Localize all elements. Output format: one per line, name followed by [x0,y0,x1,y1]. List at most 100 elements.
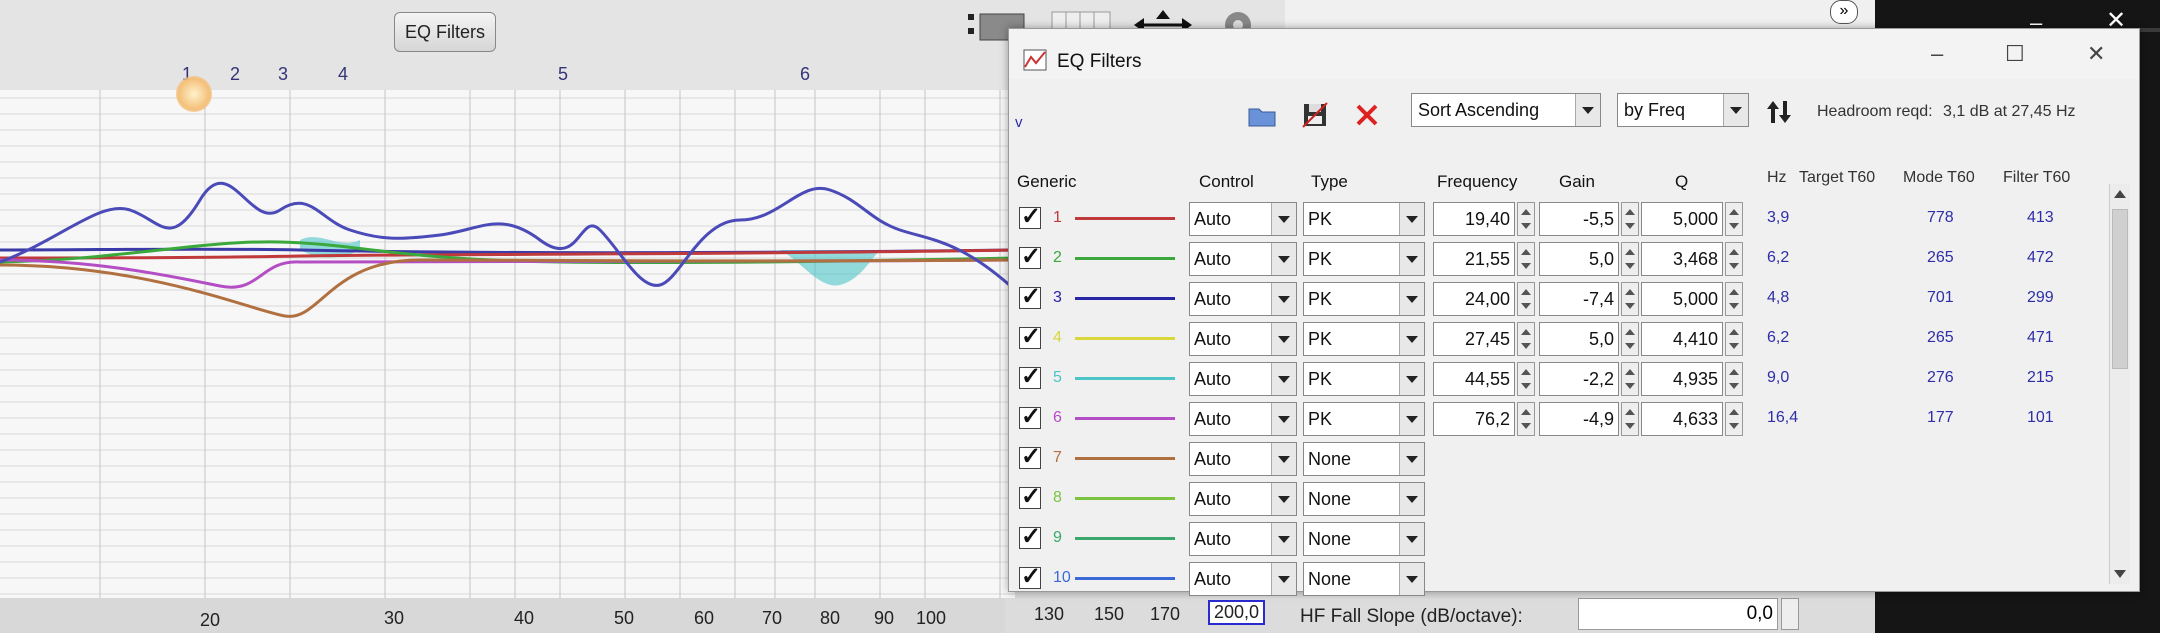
control-select[interactable]: Auto [1189,362,1297,396]
filter-list-scrollbar[interactable] [2109,184,2130,584]
control-select[interactable]: Auto [1189,482,1297,516]
control-select[interactable]: Auto [1189,322,1297,356]
filter-index: 4 [1053,329,1062,346]
q-spinner[interactable] [1725,402,1743,436]
scroll-down-icon[interactable] [2114,570,2126,578]
sort-direction-icon[interactable] [1765,97,1795,132]
q-input[interactable]: 4,410 [1641,322,1723,356]
frequency-input[interactable]: 21,55 [1433,242,1515,276]
type-select[interactable]: None [1303,522,1425,556]
close-icon[interactable]: ✕ [2087,41,2105,67]
filter-marker-3: 3 [278,64,289,84]
filter-enabled-checkbox[interactable] [1019,442,1041,471]
gain-input[interactable]: -2,2 [1539,362,1619,396]
maximize-icon[interactable]: ☐ [2005,41,2025,67]
x-axis-max-input[interactable]: 200,0 [1208,600,1266,625]
control-select[interactable]: Auto [1189,442,1297,476]
minimize-icon[interactable]: – [1931,41,1943,67]
header-generic: Generic [1017,172,1077,191]
collapse-marker[interactable]: v [1015,114,1023,131]
q-input[interactable]: 5,000 [1641,282,1723,316]
gain-spinner[interactable] [1621,362,1639,396]
q-spinner[interactable] [1725,362,1743,396]
frequency-spinner[interactable] [1517,242,1535,276]
type-select[interactable]: PK [1303,322,1425,356]
filter-enabled-checkbox[interactable] [1019,202,1041,231]
frequency-spinner[interactable] [1517,402,1535,436]
delete-icon[interactable] [1353,101,1383,134]
hf-fall-slope-input[interactable]: 0,0 [1578,598,1778,630]
filter-color-swatch [1075,377,1175,380]
sort-order-select[interactable]: Sort Ascending [1411,93,1601,127]
frequency-input[interactable]: 27,45 [1433,322,1515,356]
frequency-spinner[interactable] [1517,362,1535,396]
control-select[interactable]: Auto [1189,562,1297,596]
gain-input[interactable]: 5,0 [1539,322,1619,356]
control-select[interactable]: Auto [1189,402,1297,436]
scroll-thumb[interactable] [2112,209,2128,369]
q-input[interactable]: 4,633 [1641,402,1723,436]
hf-fall-slope-spinner[interactable] [1781,598,1799,630]
gain-input[interactable]: -4,9 [1539,402,1619,436]
filter-enabled-checkbox[interactable] [1019,362,1041,391]
frequency-spinner[interactable] [1517,282,1535,316]
frequency-input[interactable]: 76,2 [1433,402,1515,436]
q-spinner[interactable] [1725,322,1743,356]
q-input[interactable]: 5,000 [1641,202,1723,236]
filter-enabled-checkbox[interactable] [1019,482,1041,511]
scroll-up-icon[interactable] [2114,190,2126,198]
filter-enabled-checkbox[interactable] [1019,562,1041,591]
dialog-titlebar[interactable]: EQ Filters – ☐ ✕ [1009,29,2139,79]
filter-enabled-checkbox[interactable] [1019,242,1041,271]
type-select[interactable]: PK [1303,282,1425,316]
headroom-value: 3,1 dB at 27,45 Hz [1943,103,2076,120]
gain-spinner[interactable] [1621,322,1639,356]
control-select[interactable]: Auto [1189,282,1297,316]
frequency-spinner[interactable] [1517,202,1535,236]
sort-by-select[interactable]: by Freq [1617,93,1749,127]
frequency-input[interactable]: 44,55 [1433,362,1515,396]
type-value: PK [1308,369,1333,389]
x-tick: 130 [1034,604,1065,624]
gain-spinner[interactable] [1621,242,1639,276]
q-spinner[interactable] [1725,282,1743,316]
frequency-response-graph[interactable] [0,90,1015,598]
filter-enabled-checkbox[interactable] [1019,322,1041,351]
x-tick: 80 [820,608,841,628]
filter-enabled-checkbox[interactable] [1019,402,1041,431]
type-select[interactable]: None [1303,482,1425,516]
q-input[interactable]: 4,935 [1641,362,1723,396]
mode-t60-value: 101 [2027,409,2054,426]
control-select[interactable]: Auto [1189,202,1297,236]
control-select[interactable]: Auto [1189,522,1297,556]
gain-spinner[interactable] [1621,282,1639,316]
type-select[interactable]: None [1303,562,1425,596]
gain-input[interactable]: -7,4 [1539,282,1619,316]
gain-spinner[interactable] [1621,202,1639,236]
hz-value: 6,2 [1767,329,1790,346]
app-icon [1023,49,1047,71]
filter-enabled-checkbox[interactable] [1019,282,1041,311]
frequency-input[interactable]: 24,00 [1433,282,1515,316]
gain-input[interactable]: 5,0 [1539,242,1619,276]
type-select[interactable]: PK [1303,402,1425,436]
gain-spinner[interactable] [1621,402,1639,436]
cursor-highlight [176,76,212,112]
q-input[interactable]: 3,468 [1641,242,1723,276]
control-select[interactable]: Auto [1189,242,1297,276]
q-spinner[interactable] [1725,242,1743,276]
frequency-input[interactable]: 19,40 [1433,202,1515,236]
save-icon[interactable] [1301,101,1331,134]
q-spinner[interactable] [1725,202,1743,236]
gain-input[interactable]: -5,5 [1539,202,1619,236]
type-select[interactable]: PK [1303,362,1425,396]
type-select[interactable]: None [1303,442,1425,476]
type-select[interactable]: PK [1303,242,1425,276]
expand-chevron-icon[interactable]: » [1830,0,1858,24]
open-folder-icon[interactable] [1247,101,1277,134]
eq-filters-button[interactable]: EQ Filters [394,12,496,52]
filter-row: 5 Auto PK 44,55 -2,2 4,935 9,0 276 215 [1009,359,2099,399]
filter-enabled-checkbox[interactable] [1019,522,1041,551]
type-select[interactable]: PK [1303,202,1425,236]
frequency-spinner[interactable] [1517,322,1535,356]
